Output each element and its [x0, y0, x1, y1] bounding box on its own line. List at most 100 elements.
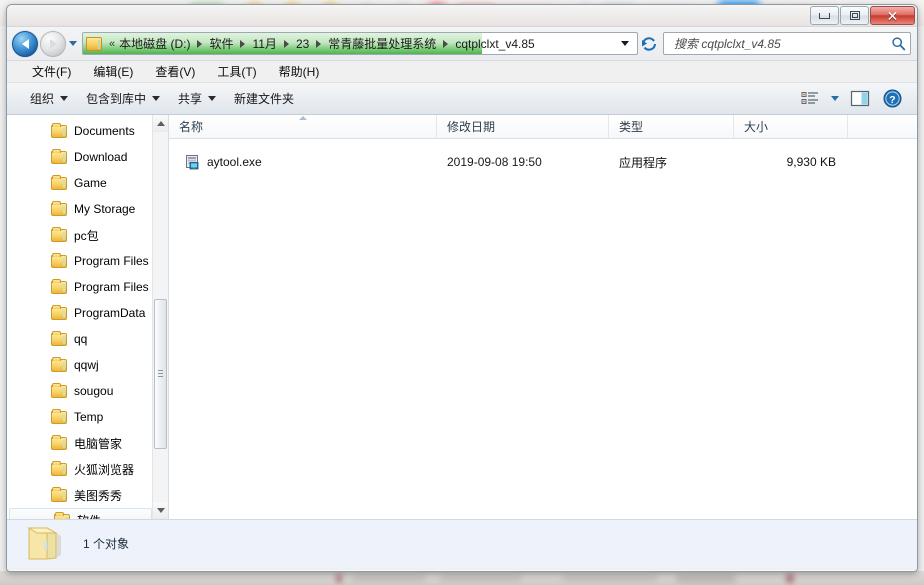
column-header-name[interactable]: 名称 [169, 115, 437, 138]
tree-item-label: 软件 [77, 512, 101, 520]
tree-item-label: My Storage [74, 202, 135, 216]
search-input[interactable] [672, 36, 891, 52]
column-header-label: 类型 [619, 118, 643, 135]
menu-item-file[interactable]: 文件(F) [21, 61, 82, 82]
breadcrumb-separator-icon[interactable] [284, 40, 289, 48]
breadcrumb-separator-icon[interactable] [197, 40, 202, 48]
tree-item-my-storage[interactable]: My Storage [7, 196, 152, 222]
search-icon[interactable] [891, 36, 906, 51]
view-mode-dropdown[interactable] [827, 87, 843, 111]
refresh-button[interactable] [638, 32, 660, 55]
breadcrumb-item-0[interactable]: 本地磁盘 (D:) [118, 35, 191, 52]
recent-pages-button[interactable] [66, 41, 80, 46]
breadcrumb-overflow-icon[interactable]: « [106, 38, 118, 50]
minimize-button[interactable] [810, 6, 839, 25]
scroll-down-button[interactable] [153, 502, 169, 519]
preview-pane-button[interactable] [845, 87, 875, 111]
chevron-down-icon [621, 41, 629, 46]
organize-button[interactable]: 组织 [21, 86, 77, 111]
back-button[interactable] [12, 31, 38, 57]
tree-item-label: 美图秀秀 [74, 487, 122, 504]
tree-item-program-files[interactable]: Program Files [7, 248, 152, 274]
file-modified-cell: 2019-09-08 19:50 [437, 155, 609, 169]
menu-item-tools[interactable]: 工具(T) [206, 61, 267, 82]
tree-item-game[interactable]: Game [7, 170, 152, 196]
breadcrumb-item-1[interactable]: 软件 [208, 35, 234, 52]
menu-item-view[interactable]: 查看(V) [144, 61, 206, 82]
column-header-size[interactable]: 大小 [734, 115, 848, 138]
table-row[interactable]: aytool.exe 2019-09-08 19:50 应用程序 9,930 K… [169, 147, 917, 177]
back-arrow-icon [22, 39, 29, 49]
sort-ascending-icon [299, 116, 307, 120]
scrollbar-thumb[interactable] [154, 299, 167, 449]
tree-item-download[interactable]: Download [7, 144, 152, 170]
tree-item-diannao-guanjia[interactable]: 电脑管家 [7, 430, 152, 456]
close-button[interactable]: ✕ [870, 6, 915, 25]
breadcrumb-item-4[interactable]: 常青藤批量处理系统 [327, 35, 437, 52]
breadcrumb-separator-icon[interactable] [316, 40, 321, 48]
tree-item-qqwj[interactable]: qqwj [7, 352, 152, 378]
installer-icon [184, 154, 200, 170]
tree-item-label: 火狐浏览器 [74, 461, 134, 478]
tree-item-qq[interactable]: qq [7, 326, 152, 352]
column-header-label: 修改日期 [447, 118, 495, 135]
tree-item-temp[interactable]: Temp [7, 404, 152, 430]
breadcrumb-item-3[interactable]: 23 [295, 37, 310, 51]
tree-item-meitu[interactable]: 美图秀秀 [7, 482, 152, 508]
chevron-down-icon [831, 96, 839, 101]
help-button[interactable]: ? [877, 87, 907, 111]
tree-item-sougou[interactable]: sougou [7, 378, 152, 404]
status-bar: 1 个对象 [7, 519, 917, 567]
minimize-icon [819, 13, 830, 19]
maximize-button[interactable] [840, 6, 869, 25]
folder-icon [51, 333, 67, 346]
tree-item-label: Download [74, 150, 127, 164]
tree-item-pc-bao[interactable]: pc包 [7, 222, 152, 248]
folder-icon-large [23, 525, 69, 563]
folder-icon [51, 359, 67, 372]
folder-icon [51, 307, 67, 320]
tree-item-ruanjian[interactable]: 软件 [9, 508, 152, 519]
view-mode-button[interactable] [795, 87, 825, 111]
menu-item-help[interactable]: 帮助(H) [268, 61, 331, 82]
address-bar[interactable]: « 本地磁盘 (D:) 软件 11月 23 常青藤批量处理系统 cqtplclx… [82, 32, 638, 55]
navigation-pane-scrollbar[interactable] [152, 115, 168, 519]
chevron-down-icon [60, 96, 68, 101]
column-header-modified[interactable]: 修改日期 [437, 115, 609, 138]
chevron-down-icon [69, 41, 77, 46]
scroll-up-button[interactable] [153, 115, 169, 132]
window-controls: ✕ [810, 6, 915, 25]
breadcrumb-item-5[interactable]: cqtplclxt_v4.85 [454, 37, 535, 51]
breadcrumb-separator-icon[interactable] [443, 40, 448, 48]
column-header-label: 大小 [744, 118, 768, 135]
search-box[interactable] [663, 32, 911, 55]
tree-item-firefox[interactable]: 火狐浏览器 [7, 456, 152, 482]
tree-item-label: Documents [74, 124, 135, 138]
file-list-pane: 名称 修改日期 类型 大小 [169, 115, 917, 519]
background-bottom-blob-1 [336, 574, 342, 583]
folder-icon [51, 385, 67, 398]
new-folder-button[interactable]: 新建文件夹 [225, 86, 303, 111]
file-size-cell: 9,930 KB [734, 155, 848, 169]
column-header-type[interactable]: 类型 [609, 115, 734, 138]
file-name-label: aytool.exe [207, 155, 262, 169]
tree-item-programdata[interactable]: ProgramData [7, 300, 152, 326]
breadcrumb-separator-icon[interactable] [240, 40, 245, 48]
tree-item-label: 电脑管家 [74, 435, 122, 452]
include-in-library-label: 包含到库中 [86, 90, 146, 107]
share-button[interactable]: 共享 [169, 86, 225, 111]
tree-item-label: Program Files [74, 280, 149, 294]
address-history-dropdown[interactable] [613, 41, 637, 46]
tree-item-label: Game [74, 176, 107, 190]
breadcrumb: « 本地磁盘 (D:) 软件 11月 23 常青藤批量处理系统 cqtplclx… [83, 35, 536, 52]
share-label: 共享 [178, 90, 202, 107]
tree-item-label: pc包 [74, 227, 99, 244]
forward-button[interactable] [40, 31, 66, 57]
tree-item-program-files-x86[interactable]: Program Files [7, 274, 152, 300]
include-in-library-button[interactable]: 包含到库中 [77, 86, 169, 111]
breadcrumb-item-2[interactable]: 11月 [251, 35, 277, 52]
file-name-cell[interactable]: aytool.exe [169, 154, 437, 170]
background-bottom-blob-3 [440, 575, 522, 582]
menu-item-edit[interactable]: 编辑(E) [82, 61, 144, 82]
tree-item-documents[interactable]: Documents [7, 118, 152, 144]
